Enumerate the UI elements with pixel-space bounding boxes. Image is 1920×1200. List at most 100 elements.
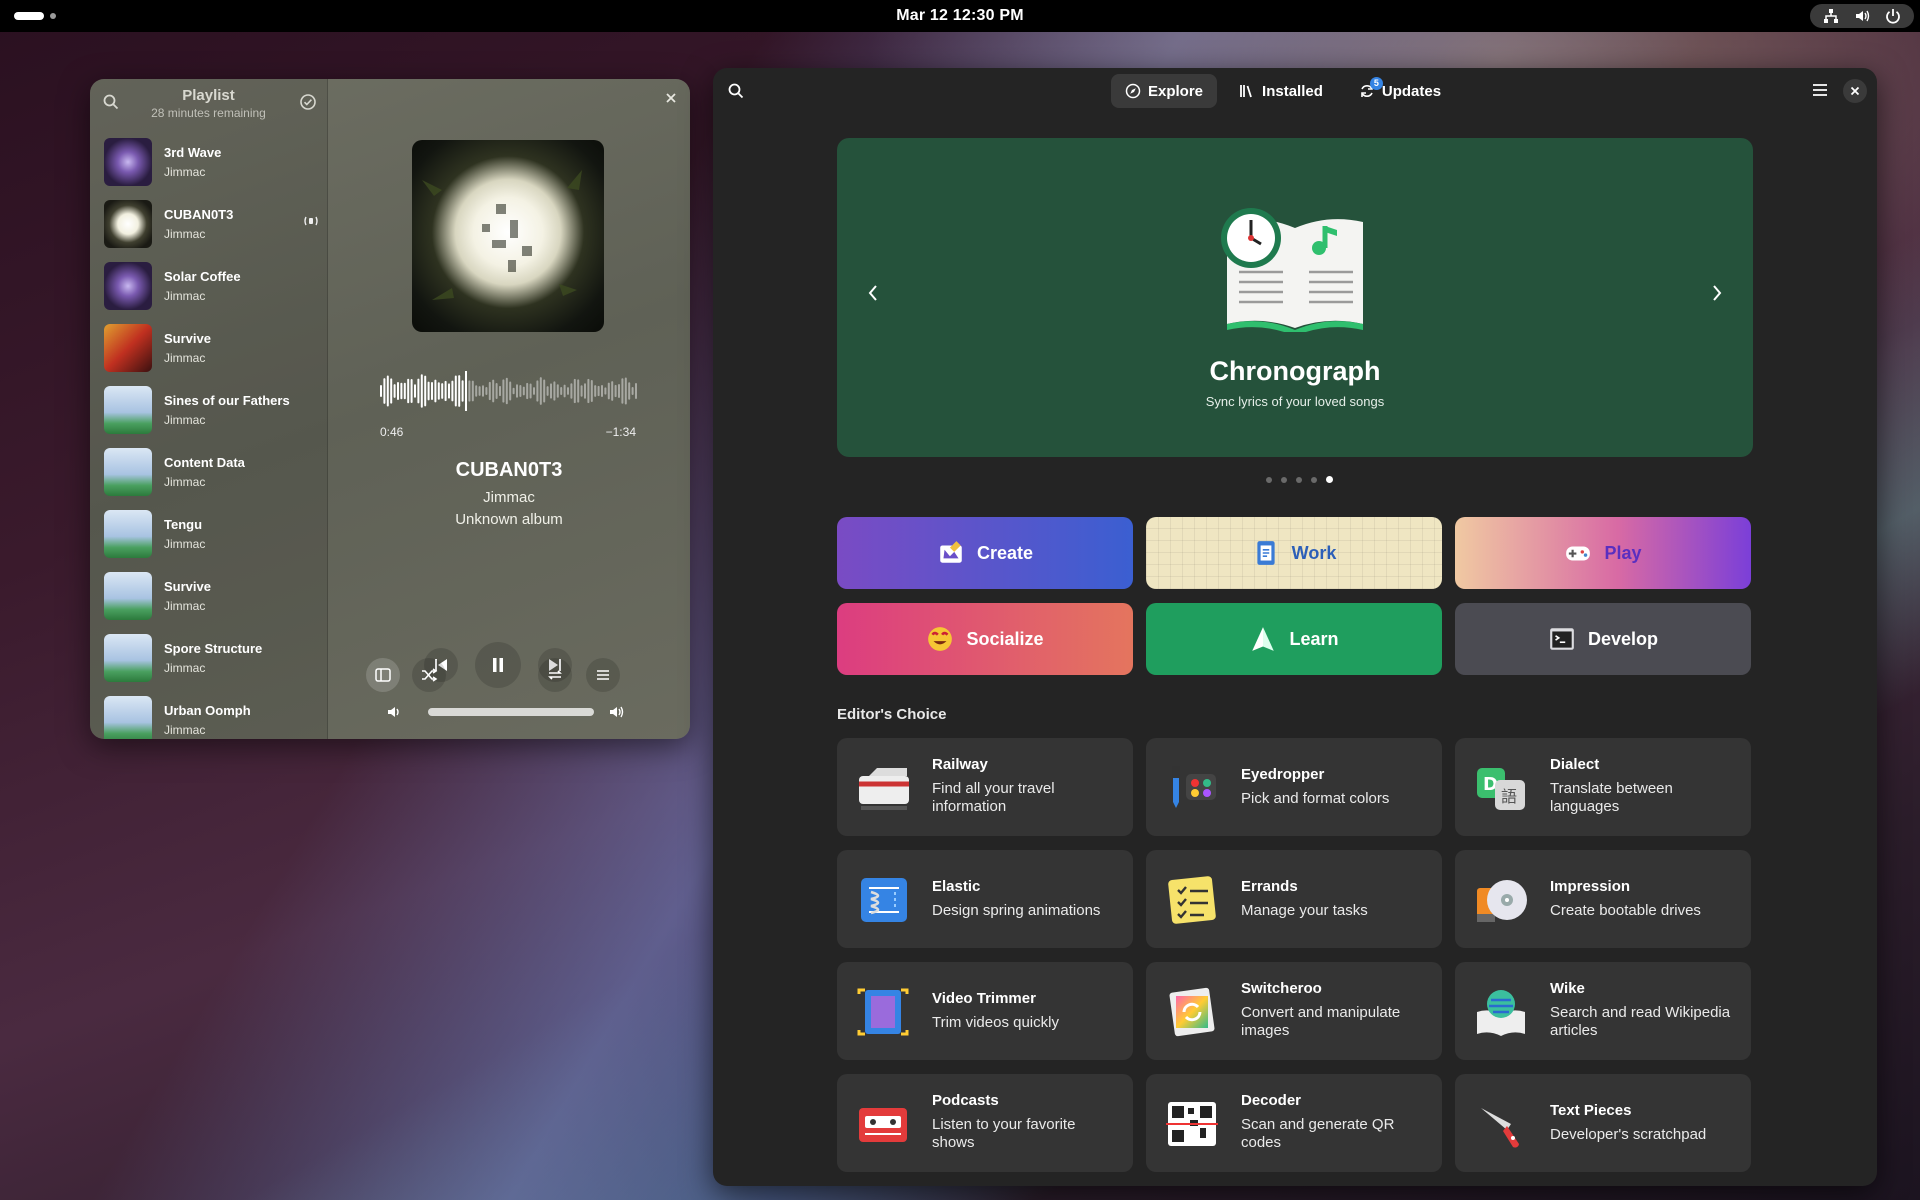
remaining-time: −1:34 [605,425,636,439]
app-description: Design spring animations [932,902,1101,919]
track-item[interactable]: Solar Coffee Jimmac [104,259,320,313]
app-card-errands[interactable]: Errands Manage your tasks [1146,850,1442,948]
app-card-wike[interactable]: Wike Search and read Wikipedia articles [1455,962,1751,1060]
carousel-dot[interactable] [1311,476,1317,483]
track-item[interactable]: Tengu Jimmac [104,507,320,561]
app-description: Create bootable drives [1550,902,1701,919]
clock[interactable]: Mar 12 12:30 PM [0,7,1920,25]
close-icon[interactable] [664,91,678,105]
system-tray[interactable] [1810,4,1914,28]
track-item[interactable]: Survive Jimmac [104,321,320,375]
waveform-bar [553,381,556,401]
app-card-switcheroo[interactable]: Switcheroo Convert and manipulate images [1146,962,1442,1060]
chevron-left-icon[interactable] [867,284,879,302]
elapsed-time: 0:46 [380,425,404,439]
search-icon[interactable] [727,82,745,100]
carousel-dot[interactable] [1326,476,1333,483]
waveform-bar [604,387,607,395]
app-card-video-trimmer[interactable]: Video Trimmer Trim videos quickly [837,962,1133,1060]
waveform-bar [556,384,559,398]
track-art [104,696,152,739]
track-title: Sines of our Fathers [164,393,290,408]
waveform-bar [546,386,549,396]
app-card-railway[interactable]: Railway Find all your travel information [837,738,1133,836]
waveform-bar [383,378,386,404]
track-art [104,634,152,682]
repeat-button[interactable] [538,658,572,692]
carousel-dot[interactable] [1281,476,1287,483]
waveform-bar [529,383,532,399]
header-bar: Explore Installed 5 Updates [713,68,1877,114]
pause-button[interactable] [475,642,521,688]
playhead[interactable] [465,371,467,411]
category-develop[interactable]: Develop [1455,603,1751,675]
category-socialize[interactable]: Socialize [837,603,1133,675]
sidebar-toggle-button[interactable] [366,658,400,692]
app-card-impression[interactable]: Impression Create bootable drives [1455,850,1751,948]
waveform-bar [427,381,430,401]
category-create[interactable]: Create [837,517,1133,589]
waveform-bar [594,385,597,397]
updates-badge: 5 [1369,77,1383,90]
knife-icon [1481,1108,1519,1148]
app-name: Switcheroo [1241,980,1322,997]
tab-updates[interactable]: 5 Updates [1345,74,1455,108]
waveform-bar [607,382,610,400]
track-art [104,448,152,496]
tab-installed[interactable]: Installed [1225,74,1337,108]
volume-slider[interactable] [428,708,594,716]
track-item[interactable]: 3rd Wave Jimmac [104,135,320,189]
waveform-bar [631,387,634,395]
app-card-dialect[interactable]: D 語 Dialect Translate between languages [1455,738,1751,836]
app-card-decoder[interactable]: Decoder Scan and generate QR codes [1146,1074,1442,1172]
app-card-text-pieces[interactable]: Text Pieces Developer's scratchpad [1455,1074,1751,1172]
app-card-podcasts[interactable]: Podcasts Listen to your favorite shows [837,1074,1133,1172]
compass-icon [1125,83,1141,99]
app-description: Translate between languages [1550,780,1673,815]
close-button[interactable] [1843,79,1867,103]
tab-label: Updates [1381,82,1442,100]
track-item[interactable]: CUBAN0T3 Jimmac [104,197,320,251]
waveform-bar [386,375,389,407]
track-item[interactable]: Sines of our Fathers Jimmac [104,383,320,437]
track-title: Content Data [164,455,245,470]
track-art [104,200,152,248]
app-card-elastic[interactable]: Elastic Design spring animations [837,850,1133,948]
track-title: CUBAN0T3 [164,207,234,222]
carousel-dot[interactable] [1266,476,1272,483]
featured-carousel[interactable]: Chronograph Sync lyrics of your loved so… [837,138,1753,457]
track-item[interactable]: Content Data Jimmac [104,445,320,499]
waveform-bar [434,379,437,403]
track-item[interactable]: Survive Jimmac [104,569,320,623]
shuffle-button[interactable] [412,658,446,692]
svg-text:語: 語 [1501,787,1517,806]
track-item[interactable]: Spore Structure Jimmac [104,631,320,685]
library-icon [1239,83,1255,99]
queue-button[interactable] [586,658,620,692]
tab-explore[interactable]: Explore [1111,74,1218,108]
category-play[interactable]: Play [1455,517,1751,589]
carousel-dot[interactable] [1296,476,1302,483]
track-title: Survive [164,331,211,346]
category-learn[interactable]: Learn [1146,603,1442,675]
chevron-right-icon[interactable] [1711,284,1723,302]
category-label: Work [1291,542,1337,563]
disc-icon [1477,880,1527,922]
view-switcher: Explore Installed 5 Updates [1111,74,1455,108]
playlist-header: Playlist 28 minutes remaining [90,79,327,135]
app-card-eyedropper[interactable]: Eyedropper Pick and format colors [1146,738,1442,836]
track-artist: Jimmac [164,475,206,489]
translate-icon: D語 [1477,768,1525,810]
menu-icon[interactable] [1811,82,1829,98]
track-artist: Jimmac [164,661,206,675]
category-work[interactable]: Work [1146,517,1442,589]
track-item[interactable]: Urban Oomph Jimmac [104,693,320,739]
app-name: Video Trimmer [932,990,1036,1007]
waveform-seekbar[interactable] [378,371,638,411]
eyedropper-icon [1172,766,1216,808]
software-window: Explore Installed 5 Updates Chronograph Syn… [713,68,1877,1186]
waveform-bar [543,379,546,403]
qr-icon [1166,1102,1218,1146]
refresh-icon: 5 [1359,77,1383,99]
select-check-icon[interactable] [299,93,317,111]
